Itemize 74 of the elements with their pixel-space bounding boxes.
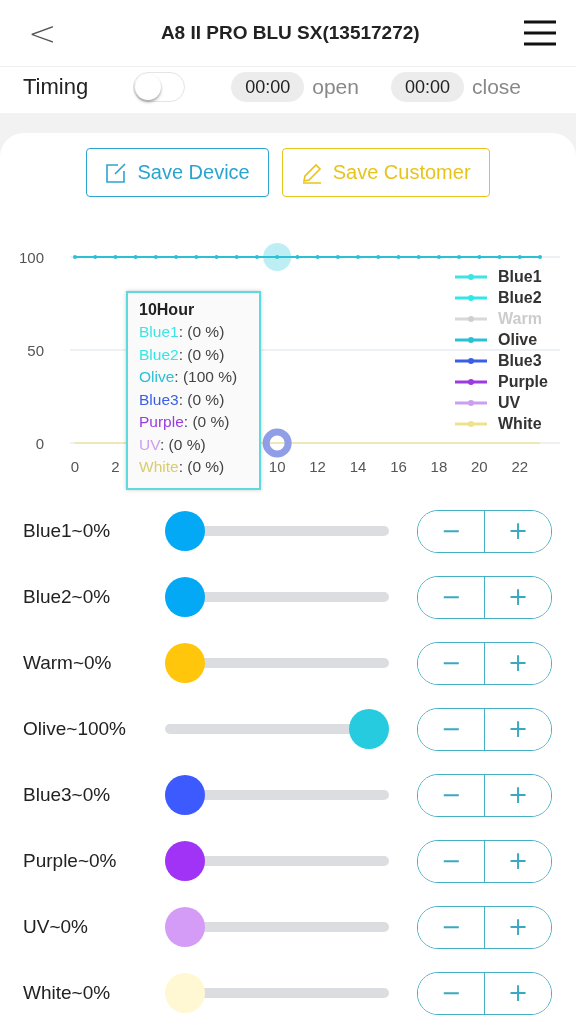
open-time-field[interactable]: 00:00 bbox=[231, 72, 305, 102]
plus-button[interactable]: + bbox=[484, 708, 551, 750]
slider-thumb[interactable] bbox=[349, 709, 389, 749]
channel-label: Purple~0% bbox=[23, 850, 118, 872]
slider-track[interactable] bbox=[165, 577, 389, 617]
axis-label: 18 bbox=[430, 458, 448, 475]
pencil-icon bbox=[300, 161, 323, 184]
plus-button[interactable]: + bbox=[484, 906, 551, 948]
axis-label: 20 bbox=[471, 458, 488, 475]
plus-button[interactable]: + bbox=[484, 774, 551, 816]
channel-label: Blue2~0% bbox=[23, 586, 112, 608]
axis-label: 14 bbox=[349, 458, 367, 475]
slider-thumb[interactable] bbox=[165, 511, 205, 551]
axis-label: 0 bbox=[70, 458, 80, 475]
plus-button[interactable]: + bbox=[484, 642, 551, 684]
channel-label: White~0% bbox=[23, 982, 112, 1004]
slider-track[interactable] bbox=[165, 709, 389, 749]
plus-button[interactable]: + bbox=[484, 840, 551, 882]
close-time-field[interactable]: 00:00 bbox=[390, 72, 464, 102]
tooltip-row-text: Purple: (0 %) bbox=[139, 412, 231, 432]
axis-label: 2 bbox=[111, 458, 120, 475]
legend-label[interactable]: Olive bbox=[498, 330, 538, 349]
tooltip-title: 10Hour bbox=[139, 300, 196, 320]
legend-label[interactable]: Blue2 bbox=[498, 288, 542, 307]
axis-label: 50 bbox=[27, 342, 44, 359]
slider-track[interactable] bbox=[165, 775, 389, 815]
tooltip-row-text: Blue2: (0 %) bbox=[139, 344, 226, 365]
slider-track[interactable] bbox=[165, 907, 389, 947]
legend-label[interactable]: UV bbox=[498, 393, 521, 412]
legend-label[interactable]: Blue1 bbox=[498, 267, 542, 286]
tooltip-row-text: White: (0 %) bbox=[139, 457, 226, 477]
timing-label: Timing bbox=[23, 74, 90, 100]
axis-label: 10 bbox=[268, 458, 286, 475]
plus-button[interactable]: + bbox=[484, 576, 551, 618]
timing-switch[interactable] bbox=[132, 72, 186, 102]
slider-thumb[interactable] bbox=[165, 577, 205, 617]
slider-thumb[interactable] bbox=[165, 907, 205, 947]
channel-label: Blue3~0% bbox=[23, 784, 112, 806]
slider-thumb[interactable] bbox=[165, 973, 205, 1013]
legend-label[interactable]: Blue3 bbox=[498, 351, 542, 370]
slider-thumb[interactable] bbox=[165, 643, 205, 683]
legend-label[interactable]: Purple bbox=[498, 372, 548, 391]
slider-track[interactable] bbox=[165, 841, 389, 881]
edit-icon bbox=[105, 161, 128, 184]
axis-label: 0 bbox=[35, 435, 44, 452]
channel-label: Olive~100% bbox=[23, 718, 127, 740]
slider-track[interactable] bbox=[165, 643, 389, 683]
channel-label: Blue1~0% bbox=[23, 520, 112, 542]
axis-label: 12 bbox=[309, 458, 326, 475]
highlight-marker bbox=[263, 243, 292, 271]
slider-track[interactable] bbox=[165, 973, 389, 1013]
axis-label: 22 bbox=[511, 458, 529, 475]
save-button[interactable]: Save Device bbox=[86, 148, 269, 197]
plus-button[interactable]: + bbox=[484, 510, 551, 552]
channel-label: UV~0% bbox=[23, 916, 89, 938]
channel-label: Warm~0% bbox=[23, 652, 113, 674]
axis-label: 100 bbox=[18, 249, 44, 266]
close-label: close bbox=[471, 75, 521, 99]
open-label: open bbox=[312, 75, 359, 99]
tooltip-row-text: UV: (0 %) bbox=[139, 434, 207, 455]
device-title: A8 II PRO BLU SX(13517272) bbox=[160, 22, 420, 44]
save-button[interactable]: Save Customer bbox=[281, 148, 490, 197]
slider-thumb[interactable] bbox=[165, 841, 205, 881]
back-button[interactable]: < bbox=[28, 13, 57, 53]
menu-icon[interactable] bbox=[524, 20, 556, 46]
tooltip-row-text: Blue3: (0 %) bbox=[139, 389, 226, 410]
tooltip-row-text: Blue1: (0 %) bbox=[139, 322, 226, 342]
slider-track[interactable] bbox=[165, 511, 389, 551]
highlight-marker bbox=[262, 428, 292, 458]
slider-thumb[interactable] bbox=[165, 775, 205, 815]
tooltip-row-text: Olive: (100 %) bbox=[139, 367, 239, 387]
axis-label: 16 bbox=[390, 458, 407, 475]
legend-label[interactable]: White bbox=[498, 414, 542, 433]
plus-button[interactable]: + bbox=[484, 972, 551, 1014]
